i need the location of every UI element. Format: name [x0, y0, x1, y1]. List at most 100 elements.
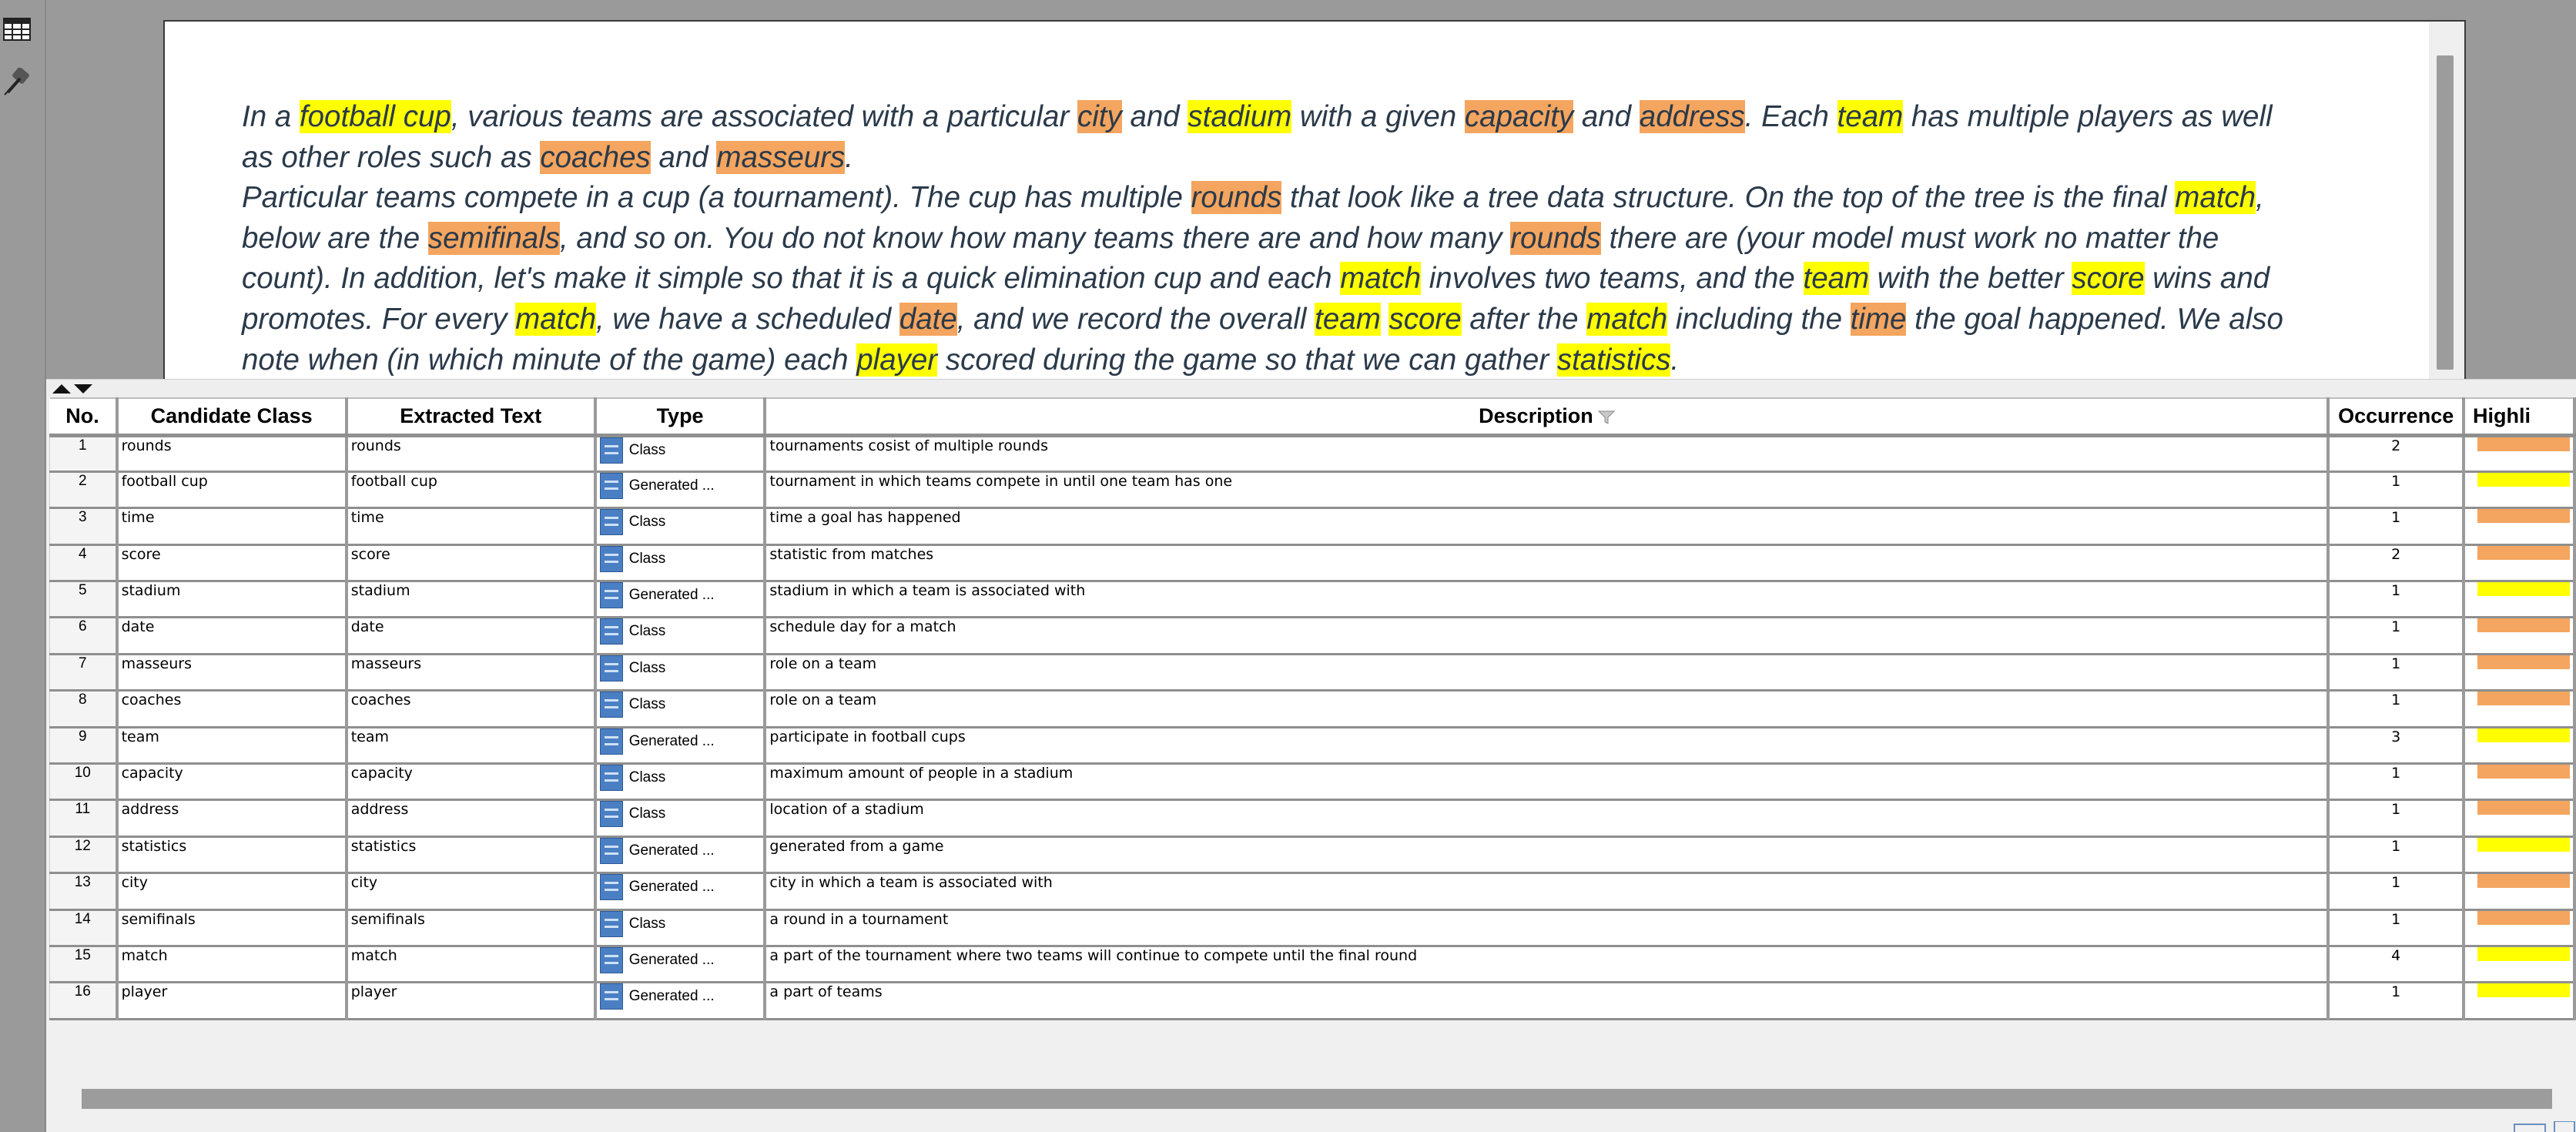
extracted-text-cell[interactable]: city — [346, 872, 597, 911]
candidate-class-cell[interactable]: address — [116, 799, 348, 838]
column-header-extracted-text[interactable]: Extracted Text — [346, 397, 597, 437]
highlight-class[interactable]: rounds — [1510, 221, 1601, 255]
type-cell[interactable]: Class — [595, 507, 767, 546]
highlight-color-cell[interactable] — [2463, 544, 2576, 583]
highlight-generated[interactable]: score — [1388, 302, 1462, 336]
filter-icon[interactable] — [1597, 410, 1615, 425]
description-cell[interactable]: stadium in which a team is associated wi… — [765, 581, 2330, 619]
highlight-generated[interactable]: match — [1586, 302, 1668, 336]
type-cell[interactable]: Class — [595, 799, 767, 838]
extracted-text-cell[interactable]: masseurs — [346, 654, 597, 692]
row-number[interactable]: 16 — [49, 982, 119, 1020]
extracted-text-cell[interactable]: player — [346, 982, 597, 1020]
highlight-generated[interactable]: match — [1340, 262, 1422, 296]
highlight-color-cell[interactable] — [2463, 471, 2576, 510]
candidate-class-cell[interactable]: date — [116, 617, 348, 655]
panel-splitter[interactable] — [46, 379, 2576, 398]
description-cell[interactable]: tournament in which teams compete in unt… — [765, 471, 2330, 510]
row-number[interactable]: 8 — [49, 690, 119, 728]
extracted-text-cell[interactable]: statistics — [346, 836, 597, 875]
table-scroll-thumb[interactable] — [82, 1089, 2552, 1109]
table-row[interactable]: 9 team team Generated ... participate in foo… — [49, 727, 2576, 765]
description-cell[interactable]: location of a stadium — [765, 799, 2330, 838]
extracted-text-cell[interactable]: capacity — [346, 763, 597, 802]
type-cell[interactable]: Generated ... — [595, 471, 767, 510]
type-cell[interactable]: Generated ... — [595, 872, 767, 911]
highlight-class[interactable]: city — [1077, 100, 1122, 133]
highlight-generated[interactable]: team — [1315, 302, 1381, 336]
description-cell[interactable]: city in which a team is associated with — [765, 872, 2330, 911]
description-cell[interactable]: maximum amount of people in a stadium — [765, 763, 2330, 802]
highlight-class[interactable]: rounds — [1191, 181, 1282, 215]
table-row[interactable]: 12 statistics statistics Generated ... gener… — [49, 836, 2576, 875]
table-row[interactable]: 8 coaches coaches Class role on a team 1 — [49, 690, 2576, 728]
document-vertical-scrollbar[interactable] — [2429, 22, 2464, 379]
row-number[interactable]: 12 — [49, 836, 119, 875]
candidate-class-cell[interactable]: semifinals — [116, 909, 348, 947]
occurrence-cell[interactable]: 1 — [2328, 690, 2465, 728]
row-number[interactable]: 4 — [49, 544, 119, 583]
type-cell[interactable]: Generated ... — [595, 836, 767, 875]
column-header-no[interactable]: No. — [49, 397, 119, 437]
column-header-description[interactable]: Description — [765, 397, 2330, 437]
table-grid-icon[interactable] — [3, 15, 31, 43]
highlight-color-cell[interactable] — [2463, 507, 2576, 546]
extracted-text-cell[interactable]: score — [346, 544, 597, 583]
column-header-type[interactable]: Type — [595, 397, 767, 437]
occurrence-cell[interactable]: 1 — [2328, 763, 2465, 802]
highlight-generated[interactable]: football cup — [299, 100, 451, 133]
candidate-class-cell[interactable]: masseurs — [116, 654, 348, 692]
candidate-class-cell[interactable]: team — [116, 727, 348, 765]
row-number[interactable]: 13 — [49, 872, 119, 911]
type-cell[interactable]: Class — [595, 654, 767, 692]
table-horizontal-scrollbar[interactable] — [46, 1081, 2576, 1117]
extracted-text-cell[interactable]: semifinals — [346, 909, 597, 947]
occurrence-cell[interactable]: 1 — [2328, 982, 2465, 1020]
extracted-text-cell[interactable]: address — [346, 799, 597, 838]
highlight-class[interactable]: masseurs — [716, 140, 846, 174]
extracted-text-cell[interactable]: rounds — [346, 435, 597, 473]
candidate-class-cell[interactable]: player — [116, 982, 348, 1020]
candidate-class-cell[interactable]: football cup — [116, 471, 348, 510]
table-row[interactable]: 1 rounds rounds Class tournaments cosist of … — [49, 435, 2576, 473]
occurrence-cell[interactable]: 1 — [2328, 909, 2465, 947]
row-number[interactable]: 9 — [49, 727, 119, 765]
description-cell[interactable]: participate in football cups — [765, 727, 2330, 765]
type-cell[interactable]: Class — [595, 544, 767, 583]
highlight-color-cell[interactable] — [2463, 872, 2576, 911]
candidate-class-cell[interactable]: coaches — [116, 690, 348, 728]
row-number[interactable]: 3 — [49, 507, 119, 546]
occurrence-cell[interactable]: 1 — [2328, 507, 2465, 546]
highlight-generated[interactable]: match — [2175, 181, 2256, 215]
table-row[interactable]: 15 match match Generated ... a part of the t… — [49, 946, 2576, 984]
expand-down-icon[interactable] — [74, 383, 95, 395]
type-cell[interactable]: Class — [595, 617, 767, 655]
occurrence-cell[interactable]: 3 — [2328, 727, 2465, 765]
highlight-class[interactable]: time — [1850, 302, 1907, 336]
extracted-text-cell[interactable]: date — [346, 617, 597, 655]
extracted-text-cell[interactable]: time — [346, 507, 597, 546]
type-cell[interactable]: Class — [595, 763, 767, 802]
row-number[interactable]: 15 — [49, 946, 119, 984]
table-row[interactable]: 3 time time Class time a goal has happened 1 — [49, 507, 2576, 546]
candidate-class-cell[interactable]: time — [116, 507, 348, 546]
occurrence-cell[interactable]: 1 — [2328, 617, 2465, 655]
column-header-highlight[interactable]: Highli — [2463, 397, 2576, 437]
table-row[interactable]: 13 city city Generated ... city in which a t… — [49, 872, 2576, 911]
table-row[interactable]: 10 capacity capacity Class maximum amount of… — [49, 763, 2576, 802]
highlight-generated[interactable]: stadium — [1188, 100, 1292, 133]
table-row[interactable]: 11 address address Class location of a stadi… — [49, 799, 2576, 838]
type-cell[interactable]: Generated ... — [595, 946, 767, 984]
type-cell[interactable]: Generated ... — [595, 727, 767, 765]
description-cell[interactable]: generated from a game — [765, 836, 2330, 875]
description-cell[interactable]: role on a team — [765, 690, 2330, 728]
candidate-class-cell[interactable]: rounds — [116, 435, 348, 473]
highlight-generated[interactable]: player — [856, 343, 938, 377]
highlight-color-cell[interactable] — [2463, 909, 2576, 947]
occurrence-cell[interactable]: 1 — [2328, 581, 2465, 619]
occurrence-cell[interactable]: 1 — [2328, 799, 2465, 838]
column-header-occurrence[interactable]: Occurrence — [2328, 397, 2465, 437]
table-row[interactable]: 5 stadium stadium Generated ... stadium in w… — [49, 581, 2576, 619]
occurrence-cell[interactable]: 1 — [2328, 471, 2465, 510]
row-number[interactable]: 1 — [49, 435, 119, 473]
